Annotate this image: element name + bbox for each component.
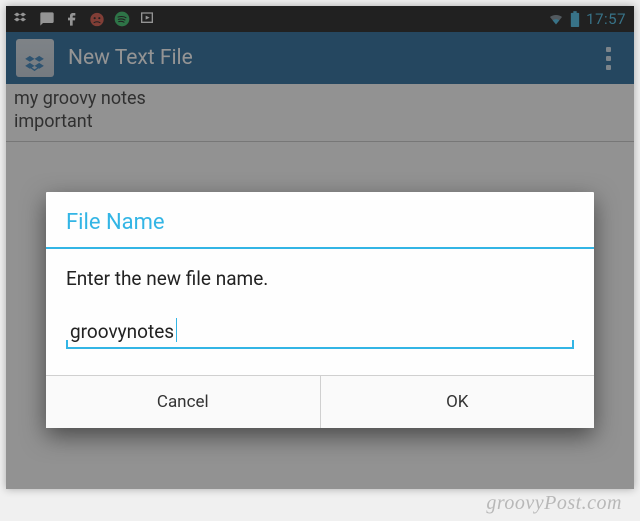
text-cursor xyxy=(176,318,177,342)
cancel-button[interactable]: Cancel xyxy=(46,376,320,428)
dialog-button-bar: Cancel OK xyxy=(46,375,594,428)
dialog-message: Enter the new file name. xyxy=(66,267,574,290)
dialog-title: File Name xyxy=(46,192,594,249)
watermark: groovyPost.com xyxy=(486,492,622,515)
device-frame: 17:57 New Text File my groovy notes impo… xyxy=(6,6,634,489)
filename-input[interactable] xyxy=(66,318,574,345)
dialog-body: Enter the new file name. xyxy=(46,249,594,375)
ok-button[interactable]: OK xyxy=(320,376,595,428)
file-name-dialog: File Name Enter the new file name. Cance… xyxy=(46,192,594,428)
filename-input-wrap xyxy=(66,318,574,349)
